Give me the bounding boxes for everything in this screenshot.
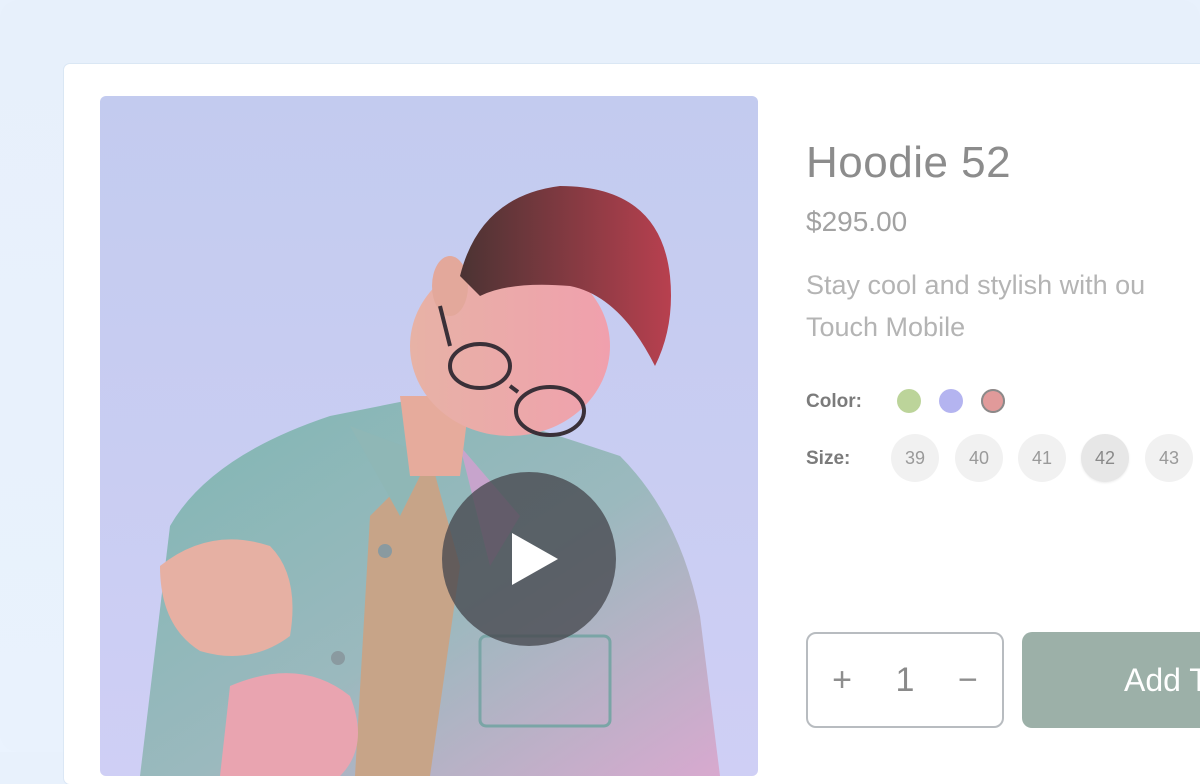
add-to-cart-button[interactable]: Add T (1022, 632, 1200, 728)
color-swatch-lavender[interactable] (939, 389, 963, 413)
product-video-thumbnail[interactable] (100, 96, 758, 776)
product-photo (140, 186, 720, 776)
quantity-value: 1 (895, 660, 915, 699)
size-option-40[interactable]: 40 (955, 434, 1003, 482)
increment-button[interactable]: + (828, 661, 856, 700)
product-title: Hoodie 52 (806, 138, 1012, 187)
size-option-42[interactable]: 42 (1081, 434, 1129, 482)
size-label: Size: (806, 448, 851, 469)
play-button[interactable] (442, 472, 616, 646)
size-option-39[interactable]: 39 (891, 434, 939, 482)
color-swatch-rose[interactable] (981, 389, 1005, 413)
size-option-41[interactable]: 41 (1018, 434, 1066, 482)
quantity-stepper: + 1 − (806, 632, 1004, 728)
product-description-line: Stay cool and stylish with ou (806, 270, 1146, 300)
product-description-line: Touch Mobile (806, 312, 966, 342)
decrement-button[interactable]: − (954, 661, 982, 700)
size-option-43[interactable]: 43 (1145, 434, 1193, 482)
play-icon (512, 533, 558, 585)
product-description: Stay cool and stylish with ou Touch Mobi… (806, 264, 1145, 348)
color-swatch-green[interactable] (897, 389, 921, 413)
color-label: Color: (806, 391, 862, 412)
product-price: $295.00 (806, 206, 908, 237)
